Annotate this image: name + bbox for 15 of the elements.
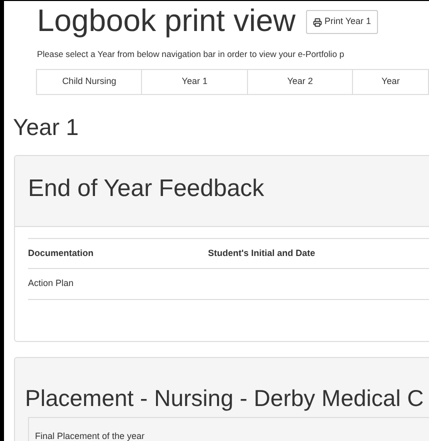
year-heading: Year 1 bbox=[12, 112, 80, 141]
instructions-text: Please select a Year from below navigation bar in order to view your e-Portfolio p bbox=[36, 48, 346, 61]
year-tab[interactable]: Year 1 bbox=[141, 68, 248, 95]
panel-title: End of Year Feedback bbox=[28, 174, 264, 204]
column-header: Documentation bbox=[28, 246, 95, 260]
column-header: Student's Initial and Date bbox=[208, 246, 316, 260]
year-tab[interactable]: Child Nursing bbox=[36, 68, 142, 95]
panel-title: Placement - Nursing - Derby Medical C bbox=[24, 384, 424, 413]
year-tab[interactable]: Year 2 bbox=[246, 68, 354, 95]
year-tab[interactable]: Year bbox=[352, 68, 429, 95]
placement-note: Final Placement of the year bbox=[35, 430, 145, 441]
printer-icon bbox=[312, 18, 322, 26]
page-title: Logbook print view bbox=[37, 3, 296, 39]
print-button[interactable]: Print Year 1 bbox=[306, 10, 378, 34]
table-cell-text: Action Plan bbox=[28, 277, 75, 290]
